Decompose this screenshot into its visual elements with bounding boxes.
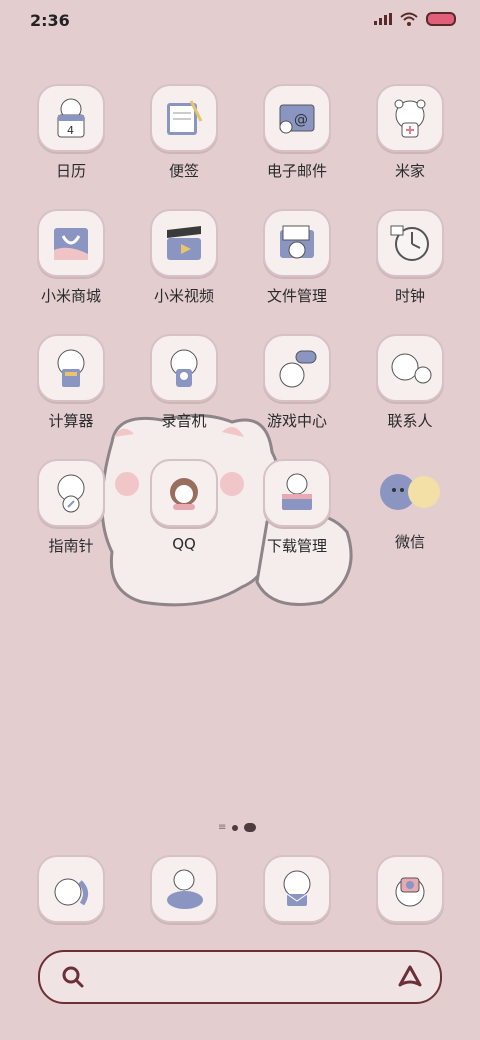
search-bar[interactable] — [38, 950, 442, 1004]
page-dot-bear — [244, 823, 257, 832]
app-downloads[interactable]: 下载管理 — [242, 459, 352, 556]
clock-icon — [376, 209, 444, 277]
svg-text:4: 4 — [67, 124, 74, 137]
mijia-bear-icon — [376, 84, 444, 152]
dock-app-phone[interactable] — [16, 855, 126, 923]
app-calculator[interactable]: 计算器 — [16, 334, 126, 431]
dock-app-messages[interactable] — [242, 855, 352, 923]
calculator-bear-icon — [37, 334, 105, 402]
app-clock[interactable]: 时钟 — [355, 209, 465, 306]
menu-lines-icon: ≡ — [218, 822, 227, 833]
dock-app-camera[interactable] — [355, 855, 465, 923]
app-wechat[interactable]: 微信 — [355, 459, 465, 552]
battery-icon — [426, 12, 456, 26]
app-files[interactable]: 文件管理 — [242, 209, 352, 306]
folder-bear-icon — [263, 209, 331, 277]
app-label: 指南针 — [48, 537, 94, 555]
app-label: 米家 — [394, 162, 425, 180]
svg-text:@: @ — [294, 112, 308, 128]
qq-bear-icon — [150, 459, 218, 527]
app-label: 日历 — [55, 162, 86, 180]
message-bear-icon — [263, 855, 331, 923]
app-label: 游戏中心 — [266, 412, 327, 430]
app-email[interactable]: @ 电子邮件 — [242, 84, 352, 181]
notes-icon — [150, 84, 218, 152]
status-time: 2:36 — [30, 11, 70, 30]
voice-assistant-icon[interactable] — [396, 963, 424, 991]
app-label: 联系人 — [387, 412, 433, 430]
app-label: 计算器 — [48, 412, 94, 430]
app-label: 文件管理 — [266, 287, 327, 305]
app-label: 便签 — [168, 162, 199, 180]
app-video[interactable]: 小米视频 — [129, 209, 239, 306]
camera-bear-icon — [376, 855, 444, 923]
signal-icon — [374, 13, 392, 25]
gamepad-bear-icon — [263, 334, 331, 402]
compass-bear-icon — [37, 459, 105, 527]
email-icon: @ — [263, 84, 331, 152]
app-mijia[interactable]: 米家 — [355, 84, 465, 181]
page-dot — [232, 824, 239, 831]
app-label: 录音机 — [161, 412, 207, 430]
video-clapper-icon — [150, 209, 218, 277]
app-mall[interactable]: 小米商城 — [16, 209, 126, 306]
app-label: QQ — [172, 535, 196, 553]
contacts-bears-icon — [376, 334, 444, 402]
download-box-bear-icon — [263, 459, 331, 527]
phone-bear-icon — [37, 855, 105, 923]
app-label: 小米商城 — [40, 287, 101, 305]
status-icons — [374, 12, 456, 26]
app-label: 时钟 — [394, 287, 425, 305]
app-compass[interactable]: 指南针 — [16, 459, 126, 556]
search-icon — [62, 966, 84, 988]
calendar-bear-icon: 4 — [37, 84, 105, 152]
app-recorder[interactable]: 录音机 — [129, 334, 239, 431]
dock-app-browser[interactable] — [129, 855, 239, 923]
shopping-bag-icon — [37, 209, 105, 277]
app-calendar[interactable]: 4 日历 — [16, 84, 126, 181]
app-label: 下载管理 — [266, 537, 327, 555]
app-notes[interactable]: 便签 — [129, 84, 239, 181]
status-bar: 2:36 — [0, 0, 480, 40]
page-indicator[interactable]: ≡ — [218, 822, 257, 833]
browser-planet-bear-icon — [150, 855, 218, 923]
app-qq[interactable]: QQ — [129, 459, 239, 553]
app-contacts[interactable]: 联系人 — [355, 334, 465, 431]
wifi-icon — [400, 12, 418, 26]
app-label: 电子邮件 — [266, 162, 327, 180]
app-games[interactable]: 游戏中心 — [242, 334, 352, 431]
wechat-bubbles-icon — [378, 459, 442, 523]
recorder-bear-icon — [150, 334, 218, 402]
app-label: 微信 — [394, 533, 425, 551]
app-label: 小米视频 — [153, 287, 214, 305]
